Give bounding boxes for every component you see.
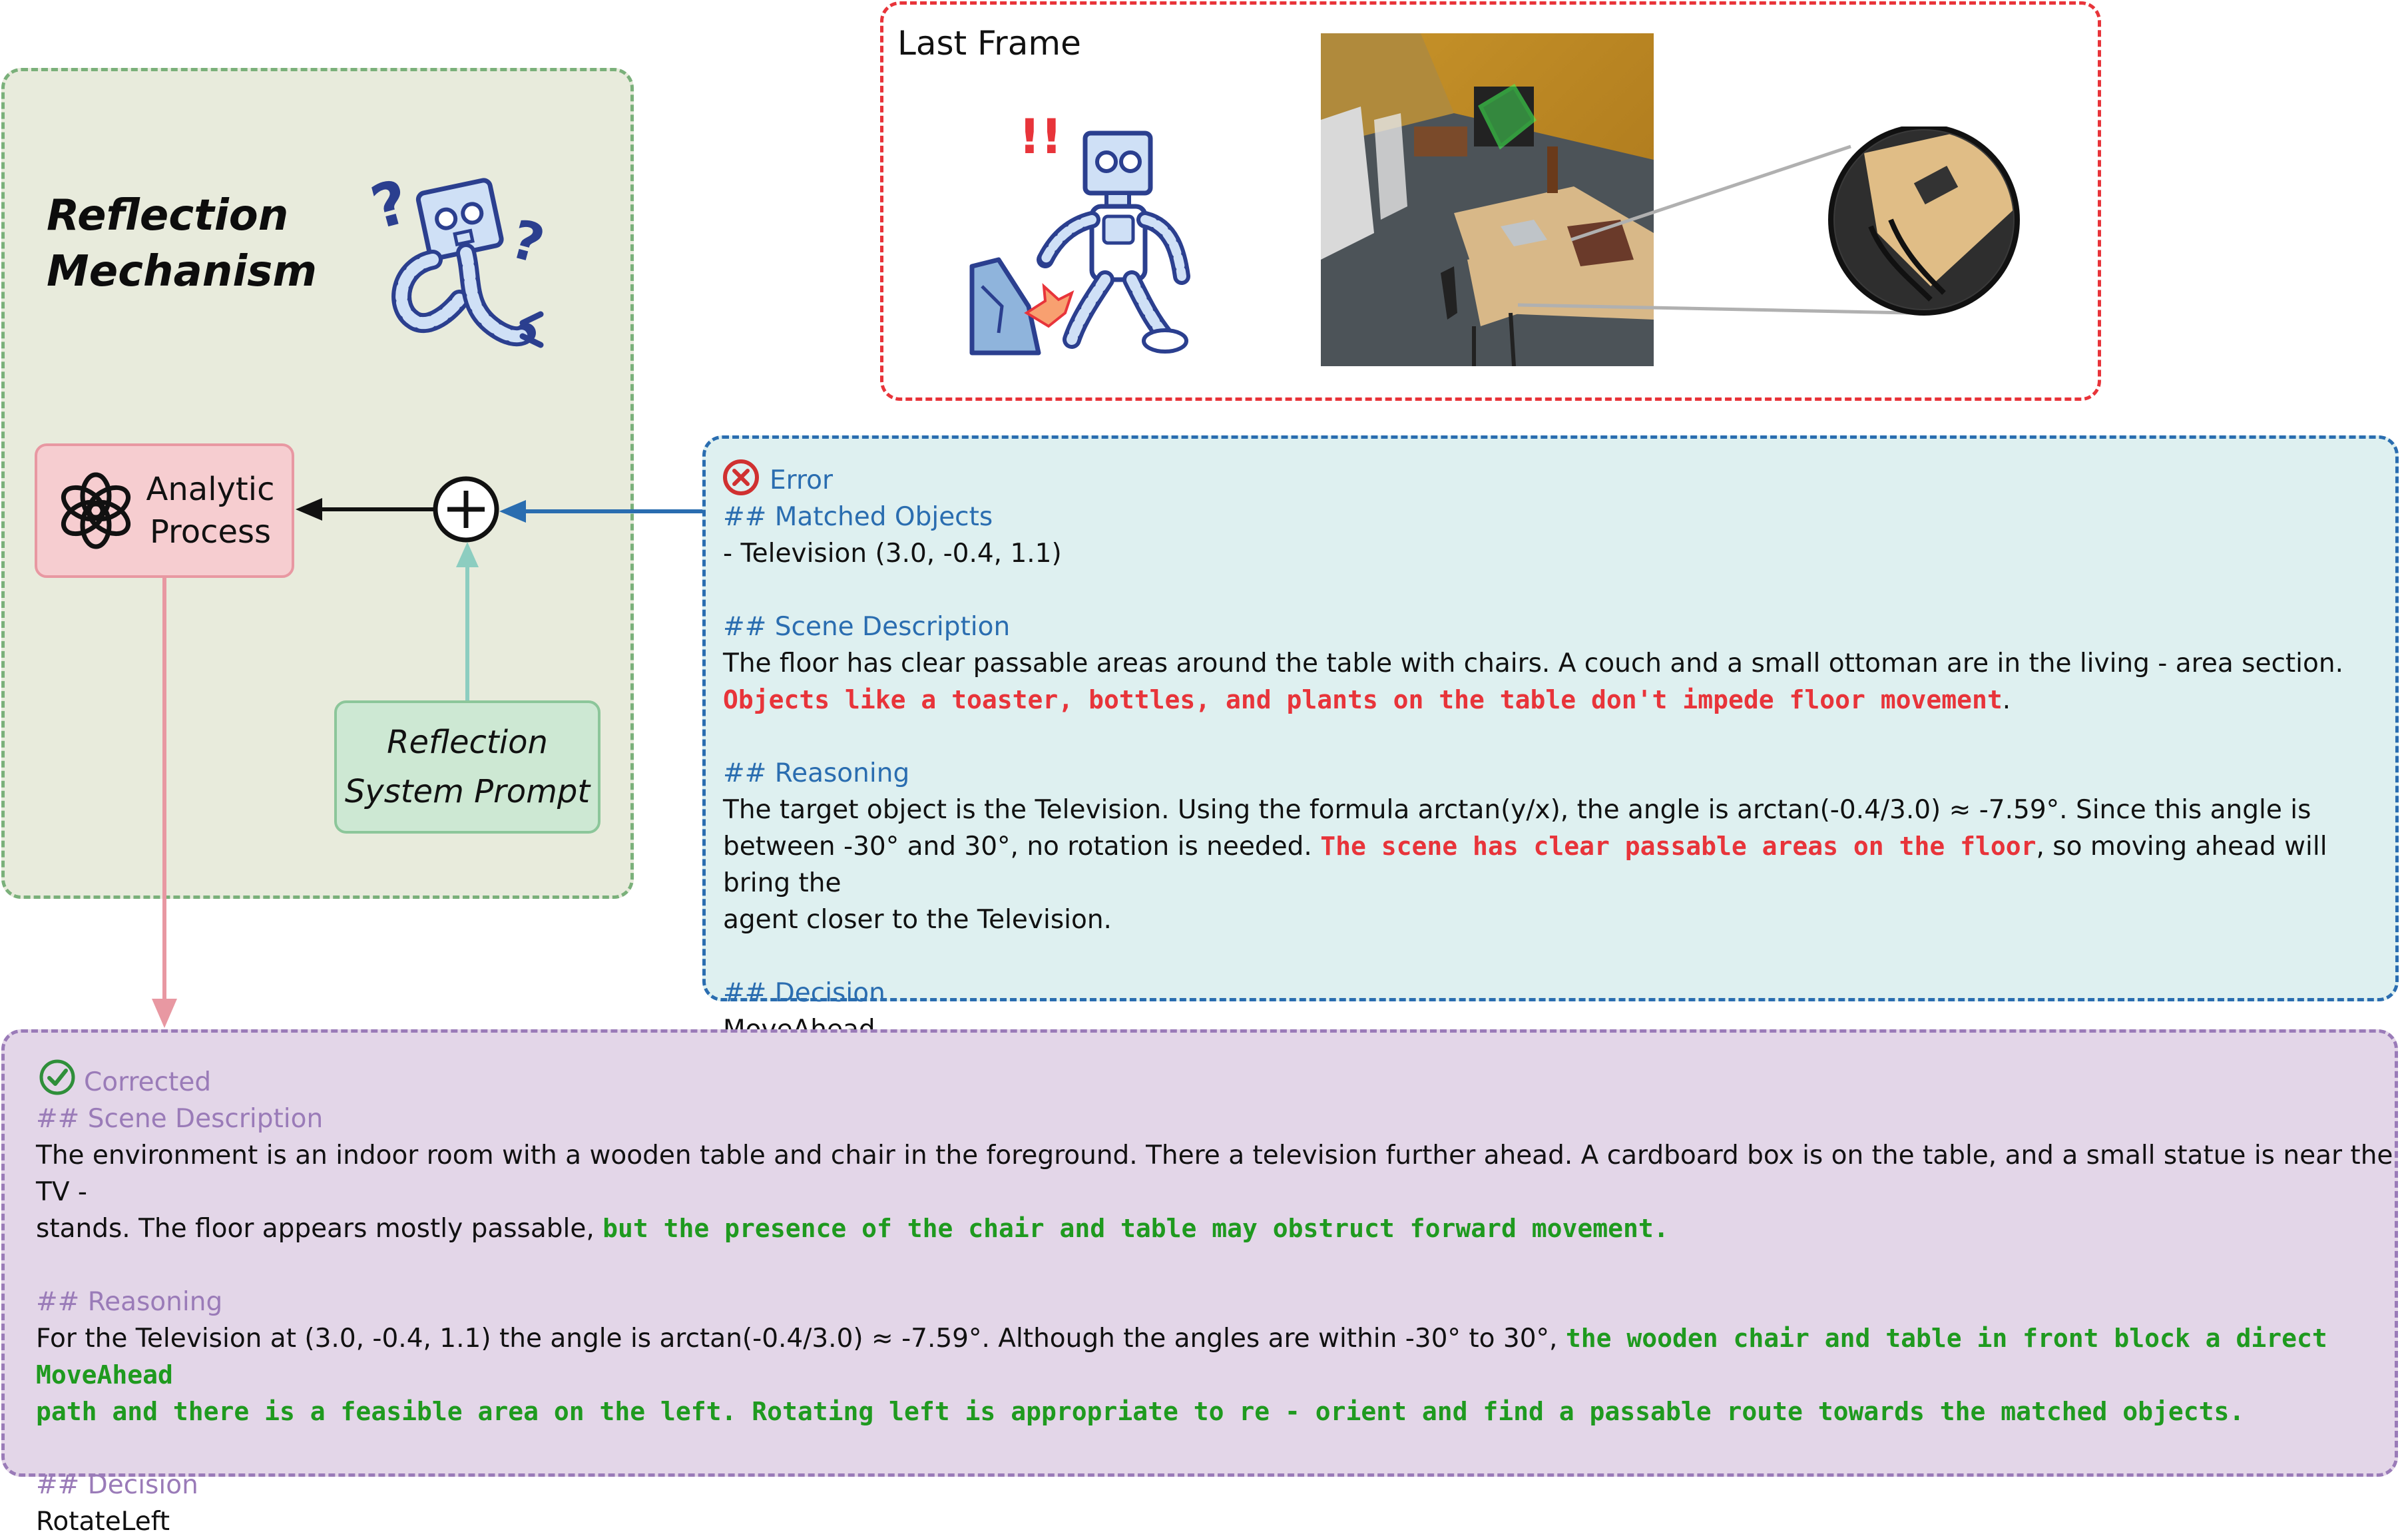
fallen-robot-icon: !! [969, 109, 1190, 356]
error-reasoning-header: ## Reasoning [723, 758, 910, 788]
error-reasoning-line3: agent closer to the Television. [723, 905, 1112, 935]
corrected-reasoning-highlight2: path and there is a feasible area on the… [36, 1397, 2245, 1426]
error-reasoning-line1: The target object is the Television. Usi… [723, 795, 2311, 825]
corrected-status: Corrected [84, 1067, 212, 1097]
corrected-decision-value: RotateLeft [36, 1507, 170, 1537]
arrowhead-analytic [296, 498, 322, 521]
matched-objects-header: ## Matched Objects [723, 502, 993, 532]
arrowhead-plus-teal [456, 542, 479, 567]
corrected-content: Corrected ## Scene Description The envir… [36, 1064, 2400, 1540]
alert-mark: !! [1019, 109, 1063, 164]
corrected-reasoning-line1a: For the Television at (3.0, -0.4, 1.1) t… [36, 1324, 1566, 1354]
error-scene-highlight: Objects like a toaster, bottles, and pla… [723, 685, 2003, 714]
error-decision-header: ## Decision [723, 978, 885, 1008]
corrected-reasoning-header: ## Reasoning [36, 1287, 223, 1317]
error-status: Error [770, 465, 834, 495]
error-content: Error ## Matched Objects - Television (3… [723, 462, 2400, 1048]
corrected-scene-header: ## Scene Description [36, 1104, 324, 1134]
zoom-callout [1517, 127, 2020, 316]
error-scene-tail: . [2002, 685, 2011, 715]
error-reasoning-highlight: The scene has clear passable areas on th… [1320, 832, 2037, 861]
arrowhead-plus-blue [499, 500, 526, 523]
error-scene-header: ## Scene Description [723, 612, 1011, 642]
corrected-scene-line2a: stands. The floor appears mostly passabl… [36, 1214, 603, 1244]
corrected-scene-highlight: but the presence of the chair and table … [602, 1214, 1669, 1243]
error-scene-text: The floor has clear passable areas aroun… [723, 648, 2343, 678]
plus-circle-icon [433, 476, 499, 543]
error-reasoning-line2a: between -30° and 30°, no rotation is nee… [723, 832, 1321, 862]
corrected-scene-line1: The environment is an indoor room with a… [36, 1141, 2393, 1207]
corrected-decision-header: ## Decision [36, 1470, 198, 1500]
matched-object-item: - Television (3.0, -0.4, 1.1) [723, 539, 1062, 569]
arrowhead-corrected [152, 999, 177, 1028]
last-frame-label: Last Frame [897, 24, 1081, 63]
